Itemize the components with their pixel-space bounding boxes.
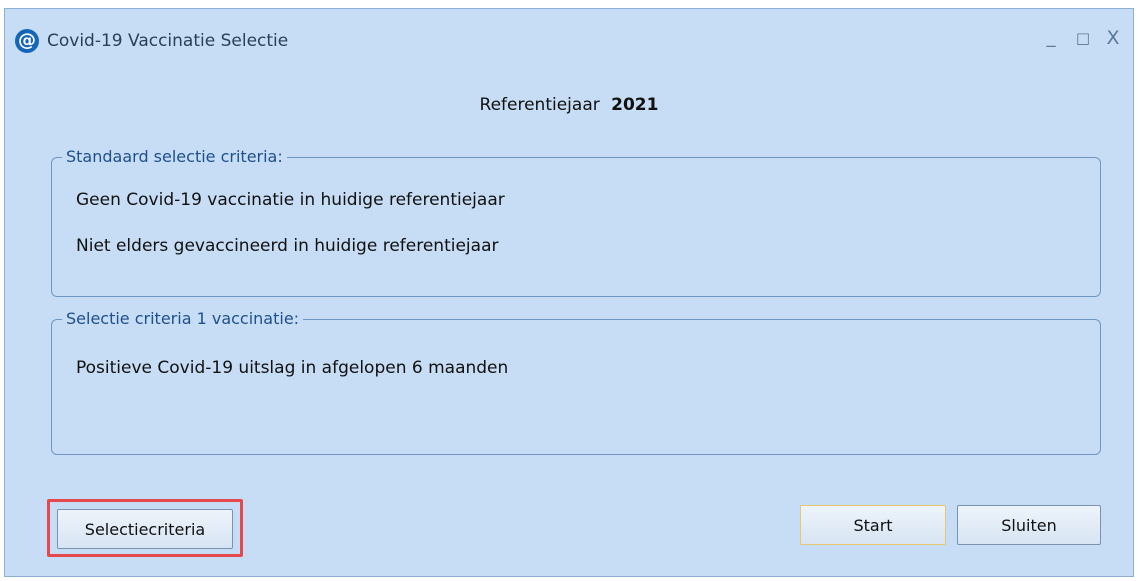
standard-criteria-legend: Standaard selectie criteria:: [62, 147, 287, 166]
criteria-item: Niet elders gevaccineerd in huidige refe…: [76, 236, 499, 256]
reference-year: Referentiejaar 2021: [5, 95, 1133, 115]
standard-criteria-group: Standaard selectie criteria: Geen Covid-…: [51, 147, 1101, 297]
one-vaccination-criteria-legend: Selectie criteria 1 vaccinatie:: [62, 309, 304, 328]
criteria-item: Geen Covid-19 vaccinatie in huidige refe…: [76, 190, 505, 210]
minimize-button[interactable]: _: [1039, 25, 1063, 51]
one-vaccination-criteria-group: Selectie criteria 1 vaccinatie: Positiev…: [51, 309, 1101, 455]
maximize-button[interactable]: □: [1071, 25, 1095, 51]
dialog-window: @ Covid-19 Vaccinatie Selectie _ □ X Ref…: [4, 8, 1134, 577]
selection-criteria-button[interactable]: Selectiecriteria: [57, 509, 233, 549]
start-button[interactable]: Start: [800, 505, 946, 545]
reference-year-label: Referentiejaar: [479, 95, 600, 115]
close-window-button[interactable]: X: [1101, 25, 1125, 51]
window-title: Covid-19 Vaccinatie Selectie: [47, 31, 289, 51]
close-button[interactable]: Sluiten: [957, 505, 1101, 545]
at-sign-icon: @: [15, 29, 39, 53]
reference-year-value: 2021: [611, 95, 659, 115]
title-bar[interactable]: @ Covid-19 Vaccinatie Selectie _ □ X: [5, 9, 1133, 61]
criteria-item: Positieve Covid-19 uitslag in afgelopen …: [76, 358, 509, 378]
